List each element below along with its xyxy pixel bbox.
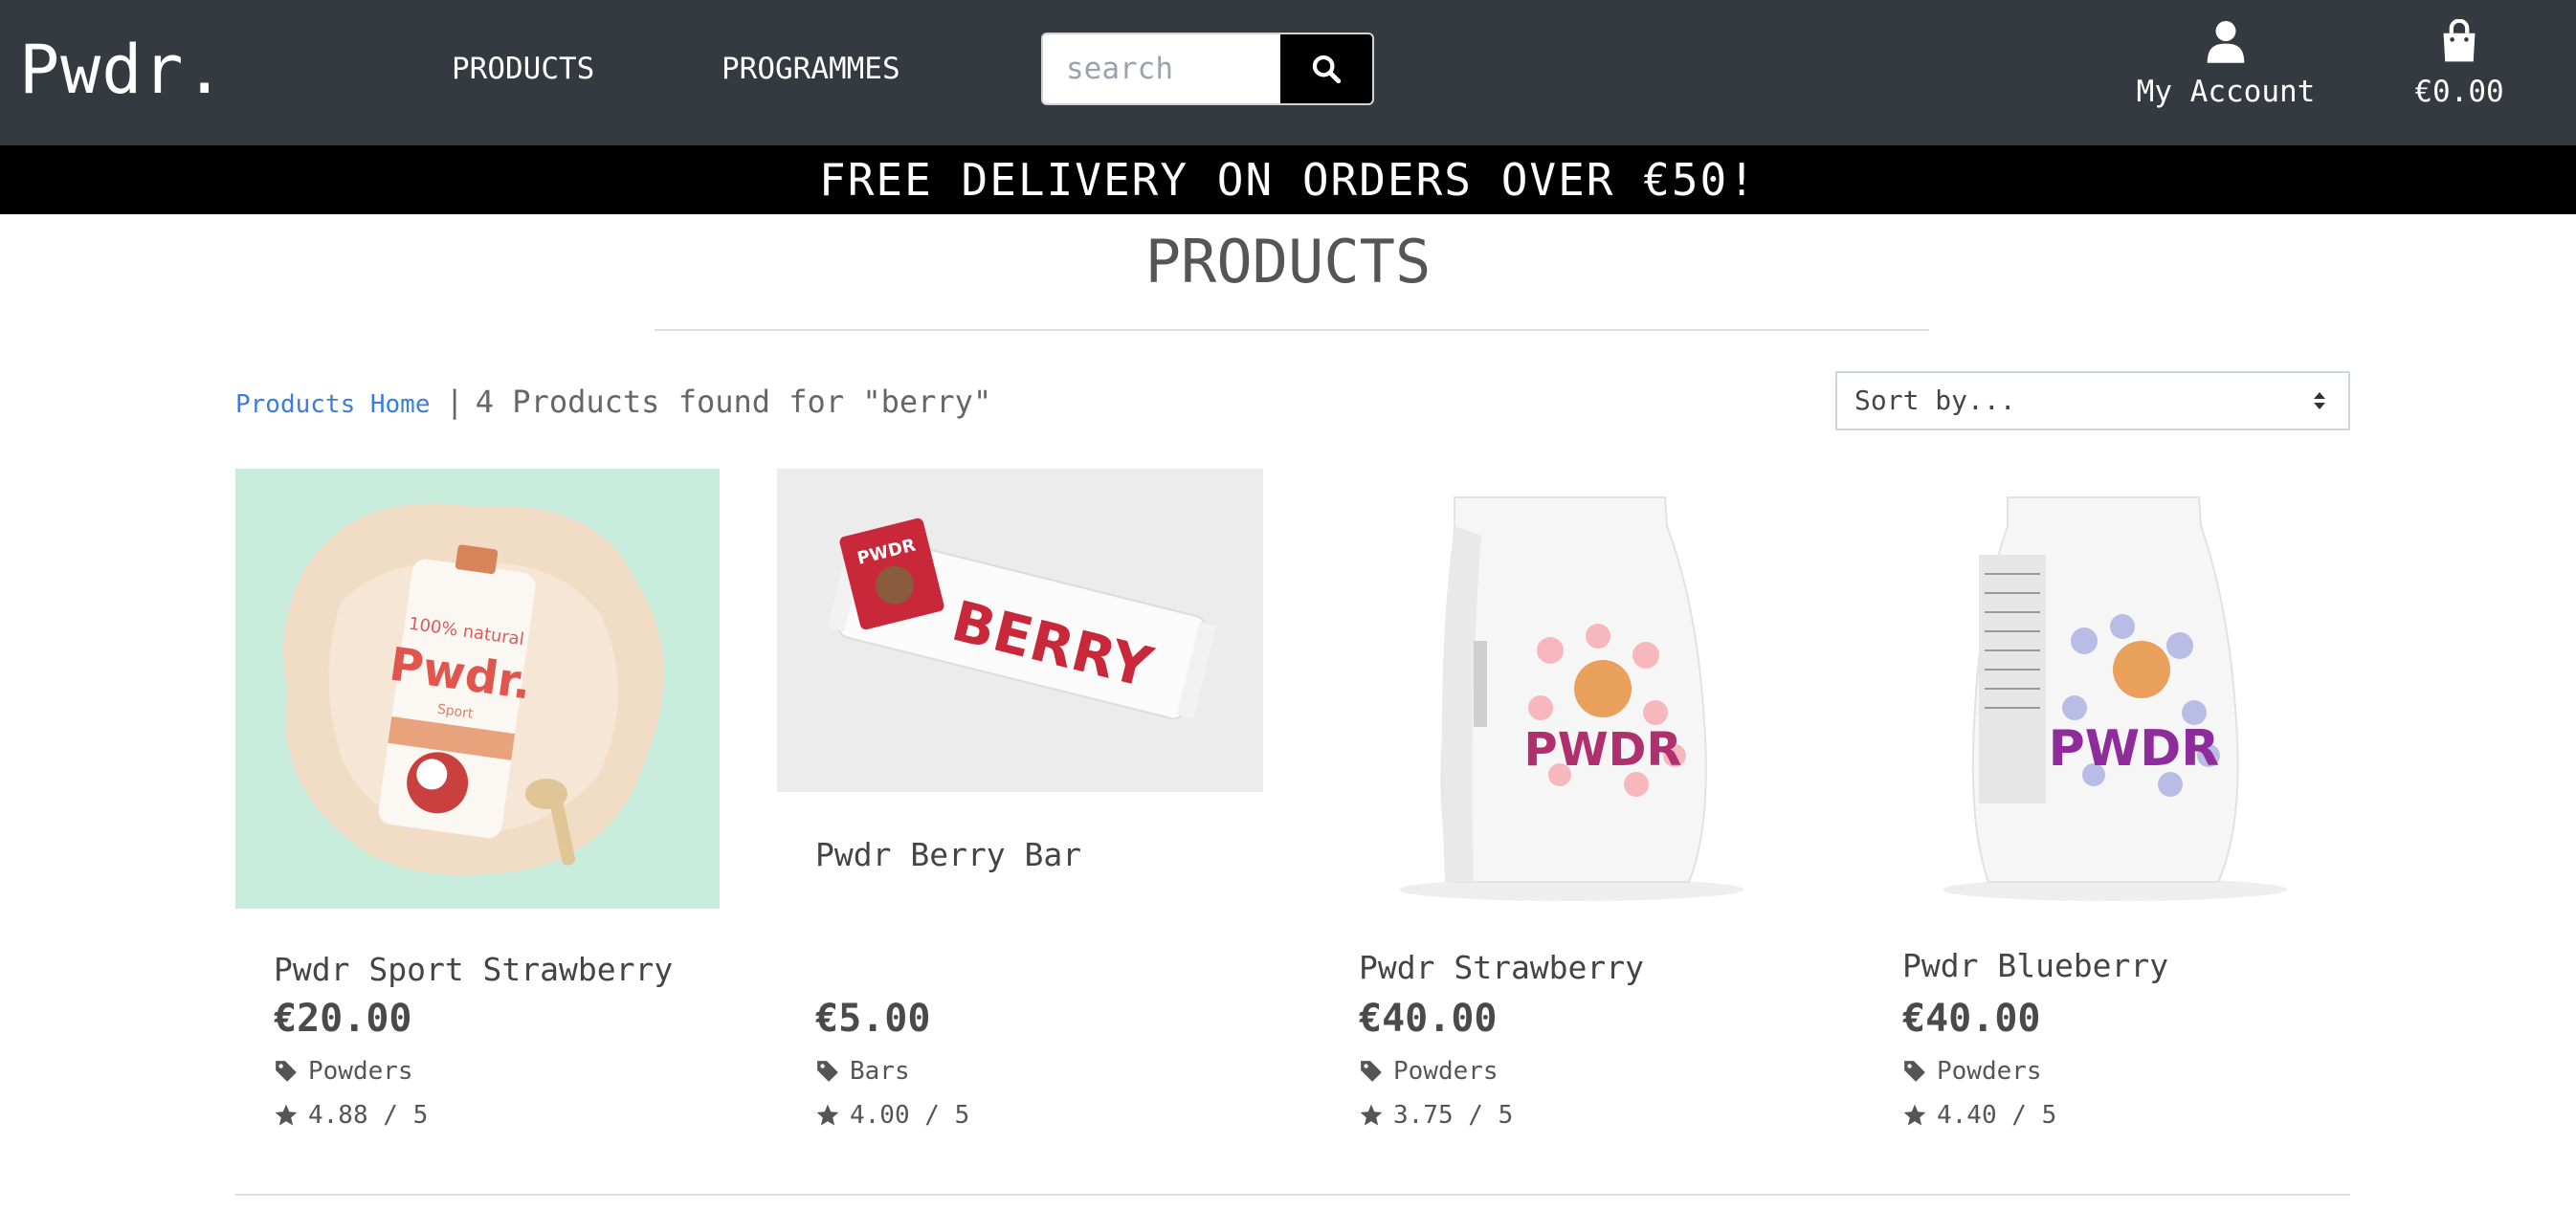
product-category[interactable]: Powders: [274, 1054, 413, 1089]
product-rating: 4.40 / 5: [1902, 1098, 2056, 1133]
star-icon: [1360, 1104, 1383, 1126]
results-separator: |: [445, 384, 464, 420]
tag-icon: [276, 1061, 297, 1082]
my-account-label: My Account: [2136, 75, 2316, 109]
nav-products-link[interactable]: PRODUCTS: [452, 50, 594, 88]
cart-link[interactable]: €0.00: [2402, 19, 2517, 111]
navbar: Pwdr. PRODUCTS PROGRAMMES My Account: [0, 0, 2576, 145]
product-image[interactable]: 100% natural Pwdr. Sport: [235, 469, 720, 909]
bag-brand-text: PWDR: [1524, 723, 1682, 777]
user-icon: [2207, 21, 2245, 63]
product-category[interactable]: Powders: [1902, 1054, 2042, 1089]
product-name[interactable]: Pwdr Sport Strawberry: [274, 949, 673, 991]
product-image[interactable]: PWDR: [1321, 469, 1807, 907]
bag-brand-text: PWDR: [2049, 720, 2220, 778]
product-category-label: Powders: [1937, 1057, 2042, 1086]
product-rating-value: 3.75 / 5: [1393, 1101, 1514, 1130]
product-rating: 3.75 / 5: [1359, 1098, 1513, 1133]
my-account-link[interactable]: My Account: [2130, 19, 2321, 111]
title-divider: [655, 329, 1929, 331]
brand-logo[interactable]: Pwdr.: [19, 29, 226, 111]
search-form: [1041, 33, 1374, 105]
product-price: €5.00: [815, 997, 931, 1041]
product-image[interactable]: PWDR: [1864, 469, 2350, 907]
product-category[interactable]: Bars: [815, 1054, 910, 1089]
product-category-label: Powders: [308, 1057, 413, 1086]
product-price: €40.00: [1359, 997, 1498, 1041]
product-image[interactable]: BERRY PWDR: [777, 469, 1263, 792]
search-icon: [1312, 55, 1342, 84]
results-count: 4 Products found for "berry": [475, 384, 992, 420]
product-name[interactable]: Pwdr Blueberry: [1902, 945, 2168, 987]
sort-selected-value: Sort by...: [1854, 385, 2016, 416]
product-price: €40.00: [1902, 997, 2041, 1041]
search-button[interactable]: [1280, 33, 1374, 105]
product-rating: 4.00 / 5: [815, 1098, 969, 1133]
product-category-label: Powders: [1393, 1057, 1499, 1086]
shopping-bag-icon: [2443, 19, 2476, 62]
tag-icon: [1904, 1061, 1925, 1082]
star-icon: [816, 1104, 839, 1126]
products-home-link[interactable]: Products Home: [235, 384, 431, 426]
cart-total: €0.00: [2414, 75, 2504, 109]
product-name[interactable]: Pwdr Strawberry: [1359, 947, 1644, 989]
product-rating-value: 4.00 / 5: [850, 1101, 970, 1130]
sort-select[interactable]: Sort by...: [1835, 371, 2350, 430]
sort-caret-icon: [2314, 392, 2325, 409]
search-input[interactable]: [1041, 33, 1280, 105]
star-icon: [275, 1104, 298, 1126]
product-rating: 4.88 / 5: [274, 1098, 428, 1133]
product-rating-value: 4.88 / 5: [308, 1101, 429, 1130]
nav-programmes-link[interactable]: PROGRAMMES: [722, 50, 900, 88]
bottom-divider: [235, 1194, 2350, 1196]
free-delivery-banner: FREE DELIVERY ON ORDERS OVER €50!: [0, 145, 2576, 214]
product-name[interactable]: Pwdr Berry Bar: [815, 834, 1081, 876]
page-title: PRODUCTS: [1144, 227, 1432, 297]
product-price: €20.00: [274, 997, 412, 1041]
product-category[interactable]: Powders: [1359, 1054, 1499, 1089]
product-rating-value: 4.40 / 5: [1937, 1101, 2057, 1130]
results-summary: Products Home | 4 Products found for "be…: [235, 381, 991, 426]
tag-icon: [817, 1061, 838, 1082]
product-category-label: Bars: [850, 1057, 910, 1086]
star-icon: [1903, 1104, 1926, 1126]
tag-icon: [1361, 1061, 1382, 1082]
